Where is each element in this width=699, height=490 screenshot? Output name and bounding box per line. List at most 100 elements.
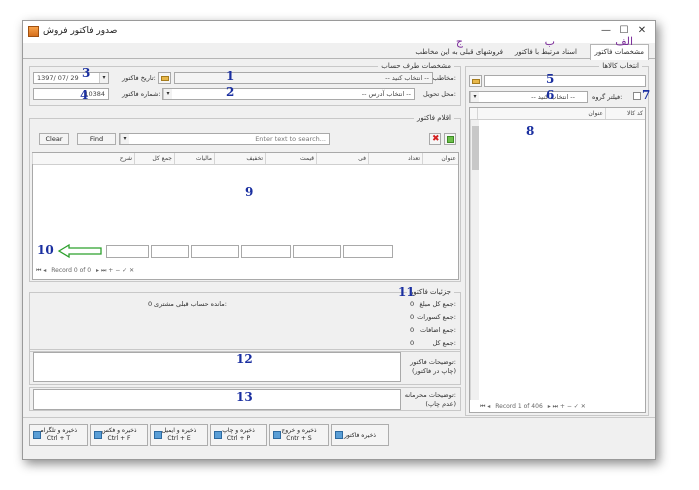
annotation-8: 8 <box>526 124 535 138</box>
annotation-arrow <box>57 243 102 259</box>
items-group: اقلام فاکتور ✖ Clear Find ▾ Enter text t… <box>29 114 461 282</box>
annotation-3: 3 <box>82 66 91 80</box>
save-fax-button[interactable]: ذخیره و فکس Ctrl + F <box>90 424 148 446</box>
items-group-title: اقلام فاکتور <box>414 114 454 122</box>
group-filter-label: فیلتر گروه: <box>592 93 623 101</box>
goods-folder-button[interactable] <box>469 75 482 87</box>
telegram-icon <box>33 431 41 439</box>
search-options-icon[interactable]: ▾ <box>120 134 129 144</box>
date-value: 1397/ 07/ 29 <box>37 74 79 82</box>
folder-icon <box>472 79 480 84</box>
minimize-icon[interactable]: — <box>599 24 613 38</box>
private-notes-sub: (عدم چاپ) <box>425 400 456 408</box>
items-col-desc[interactable]: شرح <box>32 153 134 164</box>
contact-select[interactable]: -- انتخاب کنید -- <box>174 72 433 84</box>
printer-icon <box>214 431 222 439</box>
print-notes-label: توضیحات فاکتور: <box>410 358 456 366</box>
save-icon <box>335 431 343 439</box>
add-item-button[interactable] <box>444 133 456 145</box>
annotation-5: 5 <box>546 72 555 86</box>
annotation-9: 9 <box>245 185 254 199</box>
items-grid-header: عنوان تعداد فی قیمت تخفیف مالیات جمع کل … <box>32 153 458 165</box>
tab-letter-a: الف <box>615 35 633 48</box>
title-bar: صدور فاکتور فروش ✕ ☐ — <box>23 21 655 43</box>
goods-group: انتخاب کالاها 5 ▾ -- انتخاب کنید -- 6 فی… <box>465 62 651 416</box>
annotation-2: 2 <box>226 85 235 99</box>
previous-balance-value: 0 <box>148 300 153 308</box>
items-col-tax[interactable]: مالیات <box>174 153 214 164</box>
delivery-select[interactable]: ▾ -- انتخاب آدرس -- <box>162 88 415 100</box>
goods-col-title[interactable]: عنوان <box>477 108 605 119</box>
window-title: صدور فاکتور فروش <box>43 26 118 36</box>
items-record-status: Record 0 of 0 <box>51 267 92 274</box>
chevron-down-icon: ▾ <box>163 89 172 99</box>
nav-last-icon[interactable]: ▸ ⏭ + − ✓ ✕ <box>96 267 134 274</box>
invoice-number-field[interactable]: 10384 <box>33 88 109 100</box>
goods-col-code[interactable]: کد کالا <box>605 108 645 119</box>
goods-grid-header: کد کالا عنوان <box>470 108 645 120</box>
grand-total-value: 0 <box>410 339 415 347</box>
chevron-down-icon: ▾ <box>470 92 479 102</box>
find-button[interactable]: Find <box>77 133 116 145</box>
additions-value: 0 <box>410 326 415 334</box>
clear-button[interactable]: Clear <box>39 133 69 145</box>
save-email-button[interactable]: ذخیره و ایمیل Ctrl + E <box>150 424 208 446</box>
contact-select-value: -- انتخاب کنید -- <box>385 74 429 82</box>
goods-scroll-thumb[interactable] <box>472 126 479 170</box>
contact-folder-button[interactable] <box>158 72 171 84</box>
footer-cell <box>241 245 291 258</box>
save-telegram-button[interactable]: ذخیره و تلگرام Ctrl + T <box>29 424 88 446</box>
delete-item-button[interactable]: ✖ <box>429 133 441 145</box>
save-exit-icon <box>273 431 281 439</box>
tab-letter-b: ب <box>544 35 555 48</box>
save-label: ذخیره فاکتور <box>344 432 376 439</box>
calendar-dropdown-icon[interactable]: ▾ <box>99 73 108 83</box>
print-notes-sub: (چاپ در فاکتور) <box>411 367 456 375</box>
goods-record-navigator[interactable]: ⏮ ◂ Record 1 of 406 ▸ ⏭ + − ✓ ✕ <box>480 403 586 411</box>
tab-label: فروشهای قبلی به این مخاطب <box>415 48 503 56</box>
annotation-6: 6 <box>546 88 555 102</box>
tab-letter-c: ج <box>455 35 463 48</box>
print-notes-textarea[interactable] <box>33 352 401 382</box>
tab-label: اسناد مرتبط با فاکتور <box>514 48 577 56</box>
save-exit-button[interactable]: ذخیره و خروج Cntr + S <box>269 424 329 446</box>
items-col-total[interactable]: جمع کل <box>134 153 174 164</box>
save-print-button[interactable]: ذخیره و چاپ Ctrl + P <box>210 424 267 446</box>
private-notes-textarea[interactable] <box>33 389 401 410</box>
items-record-navigator[interactable]: ⏮ ◂ Record 0 of 0 ▸ ⏭ + − ✓ ✕ <box>36 267 134 275</box>
details-group: جزئیات فاکتور 11 جمع کل مبلغ: 0 جمع کسور… <box>29 285 461 352</box>
items-search-input[interactable]: ▾ Enter text to search... <box>119 133 330 145</box>
goods-grid: کد کالا عنوان 8 ⏮ ◂ Record 1 of 406 ▸ ⏭ … <box>469 107 646 413</box>
items-col-title[interactable]: عنوان <box>422 153 458 164</box>
annotation-7: 7 <box>642 88 651 102</box>
goods-record-status: Record 1 of 406 <box>495 403 543 410</box>
add-icon <box>447 136 454 143</box>
deductions-value: 0 <box>410 313 415 321</box>
items-col-unit-price[interactable]: فی <box>316 153 368 164</box>
annotation-1: 1 <box>226 69 235 83</box>
items-col-discount[interactable]: تخفیف <box>214 153 265 164</box>
previous-balance-label: مانده حساب قبلی مشتری: <box>154 300 227 308</box>
goods-group-title: انتخاب کالاها <box>599 62 642 70</box>
items-col-price[interactable]: قیمت <box>265 153 316 164</box>
goods-search-input[interactable] <box>484 75 646 87</box>
private-notes-box: توضیحات محرمانه: (عدم چاپ) 13 <box>29 387 461 411</box>
action-bar: ذخیره فاکتور ذخیره و خروج Cntr + S ذخیره… <box>23 417 655 459</box>
close-icon[interactable]: ✕ <box>635 24 649 38</box>
delete-icon: ✖ <box>432 134 440 144</box>
nav-first-icon[interactable]: ⏮ ◂ <box>480 403 490 410</box>
nav-last-icon[interactable]: ▸ ⏭ + − ✓ ✕ <box>548 403 586 410</box>
group-filter-checkbox[interactable] <box>633 92 641 100</box>
footer-cell <box>191 245 239 258</box>
goods-scrollbar[interactable] <box>470 120 479 400</box>
tab-strip: مشخصات فاکتور الف اسناد مرتبط با فاکتور … <box>23 35 655 60</box>
annotation-4: 4 <box>80 88 89 102</box>
save-button[interactable]: ذخیره فاکتور <box>331 424 389 446</box>
group-filter-select[interactable]: ▾ -- انتخاب کنید -- <box>469 91 588 103</box>
footer-cell <box>343 245 393 258</box>
invoice-window: صدور فاکتور فروش ✕ ☐ — مشخصات فاکتور الف… <box>22 20 656 460</box>
date-field[interactable]: 1397/ 07/ 29 ▾ <box>33 72 109 84</box>
items-col-qty[interactable]: تعداد <box>368 153 422 164</box>
tab-label: مشخصات فاکتور <box>594 48 644 56</box>
nav-first-icon[interactable]: ⏮ ◂ <box>36 267 46 274</box>
